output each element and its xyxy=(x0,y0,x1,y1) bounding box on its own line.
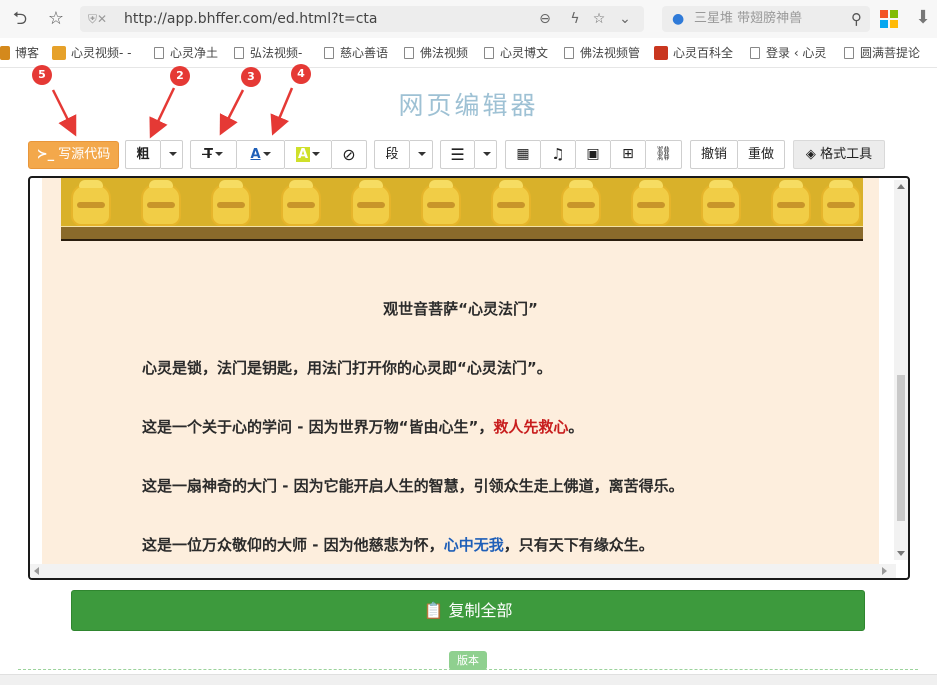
caret-down-icon xyxy=(482,152,491,156)
highlight-blue-text: 心中无我 xyxy=(443,536,504,554)
source-code-button[interactable]: ≻_ 写源代码 xyxy=(28,141,119,169)
link-icon: ⛓ xyxy=(654,146,673,162)
paragraph-2: 这是一个关于心的学问 - 因为世界万物“皆由心生”，救人先救心。 xyxy=(142,418,584,436)
insert-music-button[interactable]: ♫ xyxy=(541,140,576,169)
align-dropdown[interactable] xyxy=(475,140,497,169)
horizontal-scrollbar[interactable] xyxy=(30,564,896,578)
vertical-scrollbar[interactable] xyxy=(894,180,908,560)
no-symbol-icon: ⊘ xyxy=(342,145,356,164)
scroll-thumb[interactable] xyxy=(897,375,905,521)
redo-button[interactable]: 重做 xyxy=(738,140,785,169)
bold-dropdown[interactable] xyxy=(161,140,183,169)
scroll-left-icon[interactable] xyxy=(34,567,39,575)
paragraph-4: 这是一位万众敬仰的大师 - 因为他慈悲为怀，心中无我，只有天下有缘众生。 xyxy=(142,536,654,554)
paragraph-button[interactable]: 段 xyxy=(374,140,410,169)
eye-icon: ◈ xyxy=(805,147,816,162)
insert-image-button[interactable]: ▣ xyxy=(576,140,611,169)
font-size-icon: T̶ xyxy=(204,147,213,162)
align-button[interactable]: ☰ xyxy=(440,140,475,169)
clear-format-button[interactable]: ⊘ xyxy=(332,140,367,169)
caret-down-icon xyxy=(168,152,177,156)
highlight-icon: A xyxy=(295,147,311,162)
arrow-4 xyxy=(270,87,294,136)
terminal-icon: ≻_ xyxy=(36,147,55,162)
content-heading: 观世音菩萨“心灵法门” xyxy=(383,300,538,318)
editor-content[interactable]: 观世音菩萨“心灵法门” 心灵是锁，法门是钥匙，用法门打开你的心灵即“心灵法门”。… xyxy=(42,178,879,564)
undo-button[interactable]: 撤销 xyxy=(690,140,738,169)
image-icon: ▣ xyxy=(586,146,600,162)
bold-button[interactable]: 粗 xyxy=(125,140,161,169)
caret-down-icon xyxy=(262,152,271,156)
paragraph-1: 心灵是锁，法门是钥匙，用法门打开你的心灵即“心灵法门”。 xyxy=(142,359,552,377)
insert-qrcode-button[interactable]: ⊞ xyxy=(611,140,646,169)
arrow-5 xyxy=(51,89,77,137)
font-color-icon: A xyxy=(250,147,261,162)
paragraph-3: 这是一扇神奇的大门 - 因为它能开启人生的智慧，引领众生走上佛道，离苦得乐。 xyxy=(142,477,684,495)
paragraph-dropdown[interactable] xyxy=(410,140,433,169)
temple-photo xyxy=(61,178,863,241)
font-size-button[interactable]: T̶ xyxy=(190,140,237,169)
highlight-red-text: 救人先救心 xyxy=(493,418,569,436)
version-badge[interactable]: 版本 xyxy=(449,651,487,670)
insert-video-button[interactable]: ▦ xyxy=(505,140,541,169)
format-tool-button[interactable]: ◈ 格式工具 xyxy=(793,140,885,169)
rich-text-editor[interactable]: 观世音菩萨“心灵法门” 心灵是锁，法门是钥匙，用法门打开你的心灵即“心灵法门”。… xyxy=(28,176,910,580)
insert-link-button[interactable]: ⛓ xyxy=(646,140,682,169)
highlight-color-button[interactable]: A xyxy=(285,140,332,169)
film-icon: ▦ xyxy=(516,146,530,162)
clipboard-icon: 📋 xyxy=(423,601,444,620)
arrow-2 xyxy=(149,87,176,139)
scroll-right-icon[interactable] xyxy=(882,567,887,575)
arrow-3 xyxy=(219,89,245,136)
copy-all-button[interactable]: 📋 复制全部 xyxy=(71,590,865,631)
caret-down-icon xyxy=(214,152,223,156)
status-bar xyxy=(0,674,937,685)
font-color-button[interactable]: A xyxy=(237,140,285,169)
scroll-down-icon[interactable] xyxy=(897,551,905,556)
music-icon: ♫ xyxy=(551,145,565,163)
caret-down-icon xyxy=(418,152,426,156)
caret-down-icon xyxy=(312,152,321,156)
align-center-icon: ☰ xyxy=(450,145,465,164)
qrcode-icon: ⊞ xyxy=(622,146,634,162)
scroll-up-icon[interactable] xyxy=(897,184,905,189)
